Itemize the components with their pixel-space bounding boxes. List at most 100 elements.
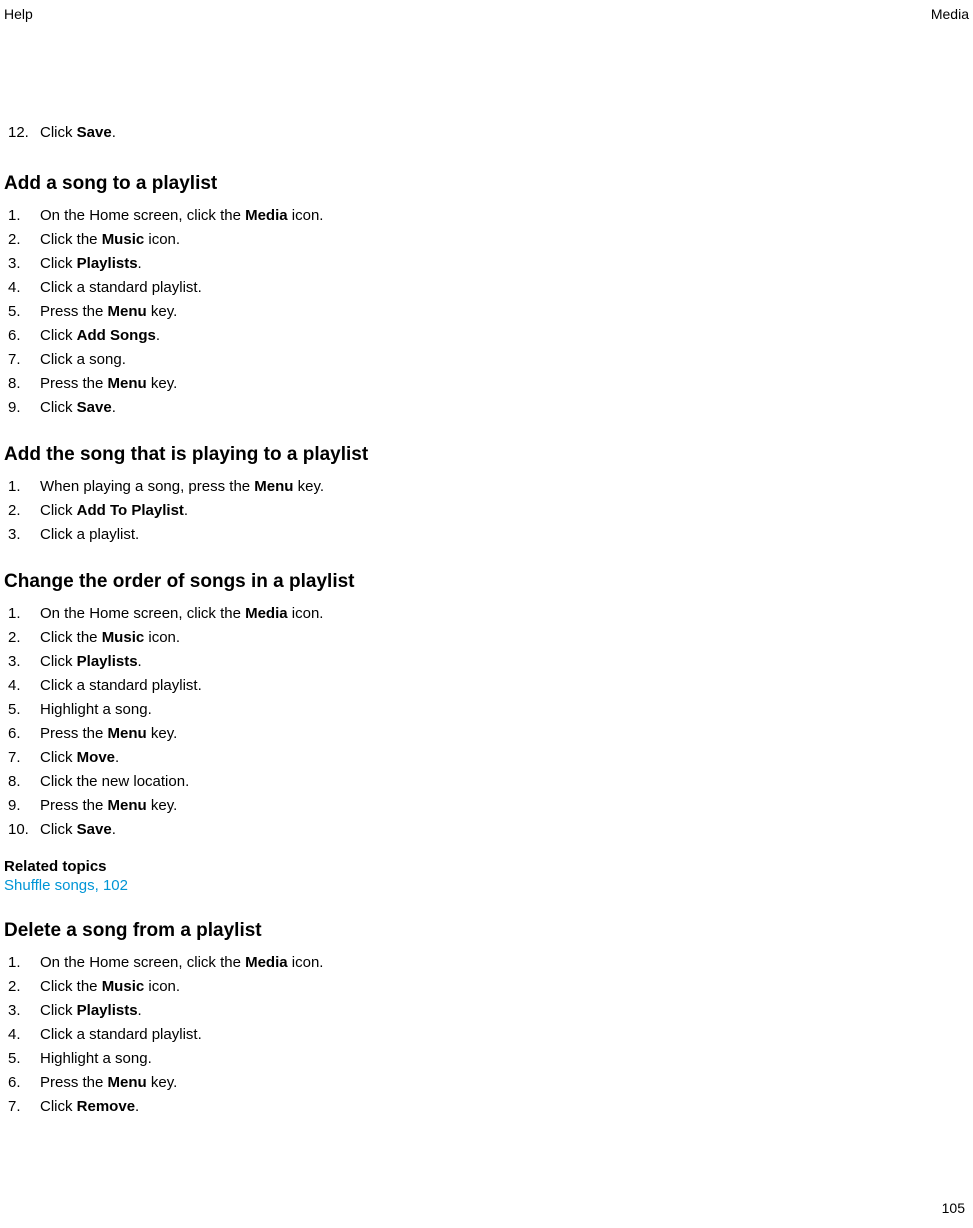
list-number: 5. [8,1048,40,1069]
list-number: 2. [8,229,40,250]
text-run: Click [40,1002,77,1019]
list-number: 7. [8,349,40,370]
list-number: 8. [8,373,40,394]
text-run: icon. [288,207,324,224]
text-run: Highlight a song. [40,701,152,718]
list-number: 6. [8,1072,40,1093]
text-run: Click a playlist. [40,526,139,543]
list-item: 3.Click Playlists. [8,253,969,274]
list-text: Click Save. [40,122,969,143]
bold-run: Add Songs [77,327,156,344]
list-text: Click a standard playlist. [40,1024,969,1045]
text-run: . [184,502,188,519]
text-run: . [112,399,116,416]
text-run: Press the [40,797,108,814]
page-header: Help Media [0,0,973,22]
ordered-list: 1.On the Home screen, click the Media ic… [8,952,969,1117]
related-topic-link[interactable]: Shuffle songs, 102 [4,877,969,894]
text-run: . [138,255,142,272]
list-item: 4.Click a standard playlist. [8,1024,969,1045]
bold-run: Save [77,821,112,838]
section-heading: Change the order of songs in a playlist [4,571,969,593]
text-run: . [138,653,142,670]
list-item: 6.Press the Menu key. [8,723,969,744]
list-number: 1. [8,205,40,226]
page-number: 105 [942,1200,965,1216]
bold-run: Playlists [77,653,138,670]
text-run: . [115,749,119,766]
list-item: 2.Click the Music icon. [8,627,969,648]
list-item: 3.Click Playlists. [8,651,969,672]
list-number: 2. [8,976,40,997]
list-text: Click Add Songs. [40,325,969,346]
page-content: 12. Click Save. Add a song to a playlist… [0,22,973,1117]
list-number: 1. [8,952,40,973]
list-text: On the Home screen, click the Media icon… [40,603,969,624]
list-text: Click Playlists. [40,253,969,274]
text-run: icon. [144,978,180,995]
list-text: On the Home screen, click the Media icon… [40,952,969,973]
bold-run: Playlists [77,1002,138,1019]
list-item: 4.Click a standard playlist. [8,277,969,298]
list-number: 6. [8,325,40,346]
text-run: Click [40,749,77,766]
list-text: Press the Menu key. [40,795,969,816]
text-run: Click [40,255,77,272]
list-item: 1.On the Home screen, click the Media ic… [8,952,969,973]
text-run: Click [40,821,77,838]
text-run: On the Home screen, click the [40,605,245,622]
list-text: Click the new location. [40,771,969,792]
list-text: Click a standard playlist. [40,675,969,696]
list-item: 7.Click Remove. [8,1096,969,1117]
text-run: . [112,821,116,838]
bold-run: Media [245,605,288,622]
bold-run: Music [102,629,145,646]
text-run: icon. [288,954,324,971]
list-number: 2. [8,627,40,648]
bold-run: Menu [108,725,147,742]
list-text: Click Save. [40,819,969,840]
list-number: 3. [8,651,40,672]
list-number: 4. [8,1024,40,1045]
list-item: 2.Click the Music icon. [8,229,969,250]
bold-run: Media [245,207,288,224]
bold-run: Move [77,749,115,766]
list-number: 1. [8,603,40,624]
text-run: Click the [40,978,102,995]
bold-run: Add To Playlist [77,502,184,519]
section-heading: Delete a song from a playlist [4,920,969,942]
list-number: 9. [8,397,40,418]
ordered-list: 1.On the Home screen, click the Media ic… [8,603,969,840]
text-run: key. [147,725,178,742]
text-run: On the Home screen, click the [40,954,245,971]
list-number: 10. [8,819,40,840]
list-text: Click Remove. [40,1096,969,1117]
list-text: Click a standard playlist. [40,277,969,298]
text-run: Click a standard playlist. [40,279,202,296]
section-heading: Add a song to a playlist [4,173,969,195]
list-item: 10.Click Save. [8,819,969,840]
text-run: . [138,1002,142,1019]
list-number: 3. [8,524,40,545]
list-item: 9.Press the Menu key. [8,795,969,816]
bold-run: Menu [254,478,293,495]
list-text: Press the Menu key. [40,723,969,744]
bold-run: Menu [108,375,147,392]
bold-run: Playlists [77,255,138,272]
list-number: 5. [8,301,40,322]
list-text: Press the Menu key. [40,373,969,394]
bold-run: Remove [77,1098,135,1115]
text-run: Click a song. [40,351,126,368]
text-run: Click [40,399,77,416]
text-run: icon. [144,231,180,248]
list-text: Click Save. [40,397,969,418]
section-heading: Add the song that is playing to a playli… [4,444,969,466]
list-text: Press the Menu key. [40,1072,969,1093]
text-run: Click [40,327,77,344]
continued-step-list: 12. Click Save. [8,122,969,143]
list-item: 9.Click Save. [8,397,969,418]
list-text: Click the Music icon. [40,229,969,250]
list-item: 1.When playing a song, press the Menu ke… [8,476,969,497]
text-run: When playing a song, press the [40,478,254,495]
list-item: 7.Click Move. [8,747,969,768]
